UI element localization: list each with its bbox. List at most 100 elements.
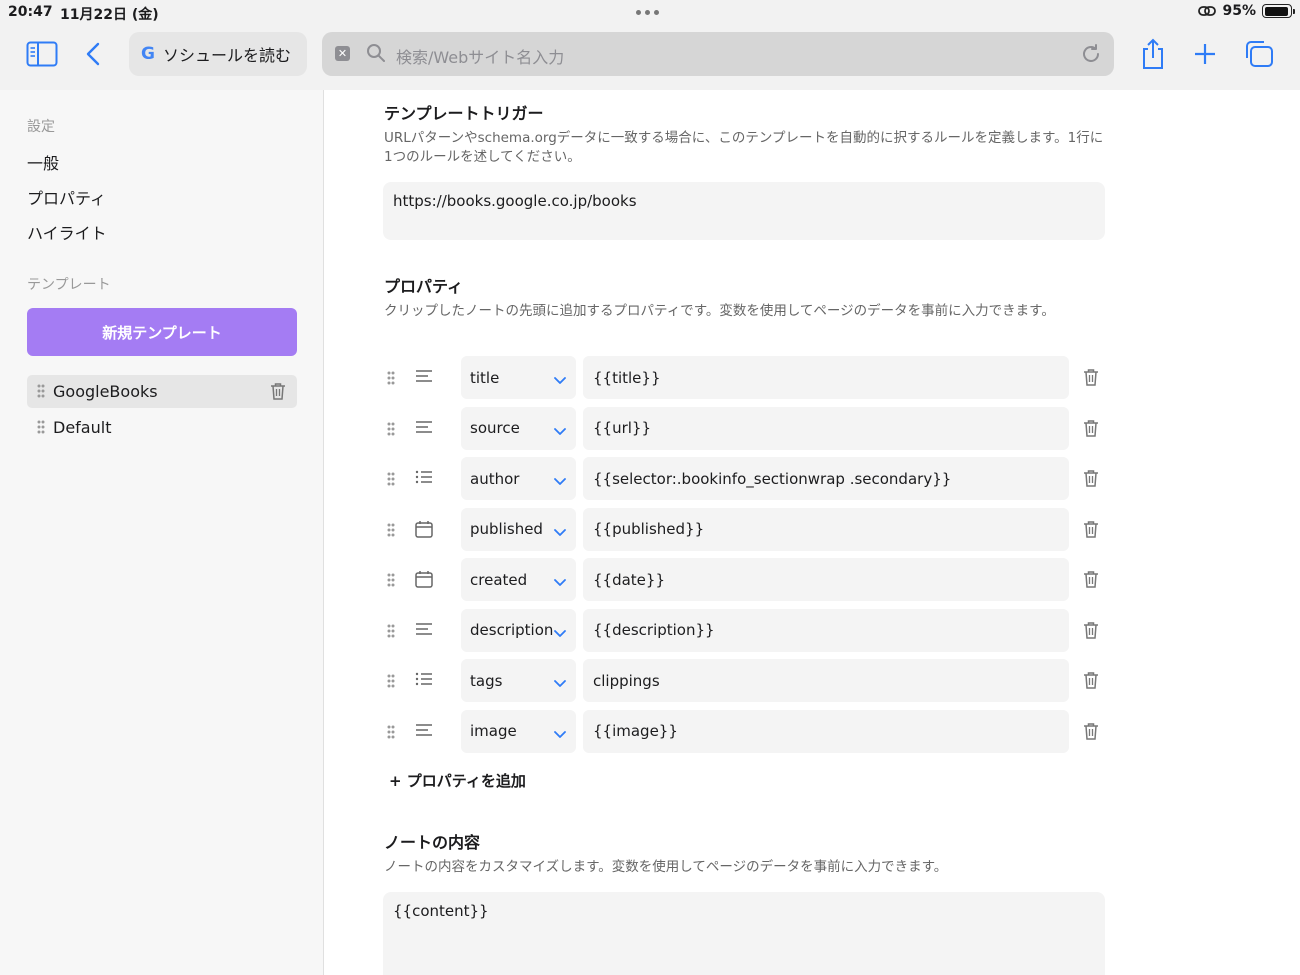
settings-sidebar: 設定 一般 プロパティ ハイライト テンプレート 新規テンプレート Google… <box>0 90 324 975</box>
list-icon[interactable] <box>415 469 433 488</box>
property-name-select[interactable]: title <box>461 356 576 399</box>
content-description: ノートの内容をカスタマイズします。変数を使用してページのデータを事前に入力できま… <box>384 859 948 875</box>
chevron-down-icon <box>554 725 566 743</box>
templates-section-label: テンプレート <box>27 277 111 293</box>
add-property-button[interactable]: + プロパティを追加 <box>389 770 526 791</box>
chevron-down-icon <box>554 674 566 692</box>
property-row: tags clippings <box>383 659 1103 703</box>
property-value-input[interactable]: {{selector:.bookinfo_sectionwrap .second… <box>583 457 1069 500</box>
trigger-rules-textarea[interactable]: https://books.google.co.jp/books <box>383 182 1105 240</box>
property-name-select[interactable]: description <box>461 608 576 652</box>
drag-handle-icon[interactable] <box>387 572 395 591</box>
property-row: image {{image}} <box>383 709 1103 754</box>
property-name: author <box>470 469 520 488</box>
reload-icon[interactable] <box>1080 43 1102 65</box>
calendar-icon[interactable] <box>415 520 433 542</box>
address-bar[interactable]: ✕ 検索/Webサイト名入力 <box>322 32 1114 76</box>
sidebar-item-general[interactable]: 一般 <box>27 150 59 174</box>
drag-handle-icon[interactable] <box>387 471 395 490</box>
property-row: published {{published}} <box>383 507 1103 552</box>
template-item-default[interactable]: Default <box>27 411 297 444</box>
chevron-down-icon <box>554 523 566 541</box>
drag-handle-icon[interactable] <box>387 673 395 692</box>
text-icon[interactable] <box>415 621 433 640</box>
tab-current[interactable]: G ソシュールを読む <box>129 32 307 76</box>
google-favicon-icon: G <box>141 44 155 64</box>
property-name-select[interactable]: tags <box>461 659 576 702</box>
property-value-input[interactable]: clippings <box>583 659 1069 702</box>
chevron-down-icon <box>554 624 566 642</box>
new-tab-plus-icon[interactable] <box>1193 42 1217 66</box>
tabs-overview-icon[interactable] <box>1244 40 1274 68</box>
drag-handle-icon[interactable] <box>387 623 395 642</box>
drag-handle-icon[interactable] <box>387 421 395 440</box>
template-label: GoogleBooks <box>53 382 158 401</box>
back-chevron-icon[interactable] <box>85 41 101 67</box>
settings-section-label: 設定 <box>27 119 55 135</box>
text-icon[interactable] <box>415 419 433 438</box>
trash-icon[interactable] <box>1083 570 1099 592</box>
template-editor: テンプレートトリガー URLパターンやschema.orgデータに一致する場合に… <box>325 90 1300 975</box>
property-row: author {{selector:.bookinfo_sectionwrap .… <box>383 457 1103 501</box>
battery-icon <box>1262 4 1295 18</box>
property-value-input[interactable]: {{date}} <box>583 558 1069 601</box>
sidebar-item-properties[interactable]: プロパティ <box>27 185 106 209</box>
properties-heading: プロパティ <box>384 277 464 296</box>
trash-icon[interactable] <box>1083 722 1099 744</box>
trash-icon[interactable] <box>1083 671 1099 693</box>
note-content-textarea[interactable]: {{content}} <box>383 892 1105 975</box>
text-icon[interactable] <box>415 368 433 387</box>
content-heading: ノートの内容 <box>384 833 481 852</box>
drag-handle-icon[interactable] <box>387 370 395 389</box>
property-name-select[interactable]: published <box>461 507 576 551</box>
drag-handle-icon[interactable] <box>37 420 45 434</box>
chevron-down-icon <box>554 573 566 591</box>
text-icon[interactable] <box>415 722 433 741</box>
template-item-googlebooks[interactable]: GoogleBooks <box>27 375 297 408</box>
calendar-icon[interactable] <box>415 570 433 592</box>
status-time: 20:47 <box>8 4 53 20</box>
property-name-select[interactable]: created <box>461 558 576 601</box>
drag-handle-icon[interactable] <box>387 522 395 541</box>
property-row: created {{date}} <box>383 558 1103 602</box>
chevron-down-icon <box>554 422 566 440</box>
status-bar: 20:47 11月22日 (金) 95% <box>0 0 1300 26</box>
address-placeholder: 検索/Webサイト名入力 <box>396 48 565 67</box>
sidebar-item-highlights[interactable]: ハイライト <box>27 220 107 244</box>
new-template-button[interactable]: 新規テンプレート <box>27 308 297 356</box>
status-right: 95% <box>1198 3 1295 19</box>
property-row: source {{url}} <box>383 406 1103 451</box>
trash-icon[interactable] <box>1083 419 1099 441</box>
close-tab-icon[interactable]: ✕ <box>335 46 350 61</box>
property-value-input[interactable]: {{title}} <box>583 356 1069 399</box>
link-icon <box>1198 6 1217 16</box>
property-name-select[interactable]: image <box>461 709 576 753</box>
trigger-description: URLパターンやschema.orgデータに一致する場合に、このテンプレートを自… <box>384 130 1104 165</box>
property-name-select[interactable]: source <box>461 406 576 450</box>
template-label: Default <box>53 418 112 437</box>
search-icon <box>367 44 385 62</box>
list-icon[interactable] <box>415 671 433 690</box>
trash-icon[interactable] <box>1083 368 1099 390</box>
property-value-input[interactable]: {{published}} <box>583 507 1069 551</box>
property-row: description {{description}} <box>383 608 1103 653</box>
trash-icon[interactable] <box>270 382 286 400</box>
drag-handle-icon[interactable] <box>37 384 45 398</box>
property-row: title {{title}} <box>383 356 1103 400</box>
property-name: published <box>470 520 543 538</box>
trash-icon[interactable] <box>1083 621 1099 643</box>
property-name: image <box>470 722 517 740</box>
battery-percent: 95% <box>1222 3 1256 19</box>
property-name: source <box>470 419 520 437</box>
multitasking-dots-icon[interactable] <box>636 10 659 15</box>
property-value-input[interactable]: {{description}} <box>583 608 1069 652</box>
property-value-input[interactable]: {{image}} <box>583 709 1069 753</box>
share-icon[interactable] <box>1140 38 1166 70</box>
sidebar-toggle-icon[interactable] <box>26 41 58 67</box>
property-value-input[interactable]: {{url}} <box>583 406 1069 450</box>
property-name: title <box>470 368 500 387</box>
property-name-select[interactable]: author <box>461 457 576 500</box>
drag-handle-icon[interactable] <box>387 724 395 743</box>
trash-icon[interactable] <box>1083 520 1099 542</box>
trash-icon[interactable] <box>1083 469 1099 491</box>
